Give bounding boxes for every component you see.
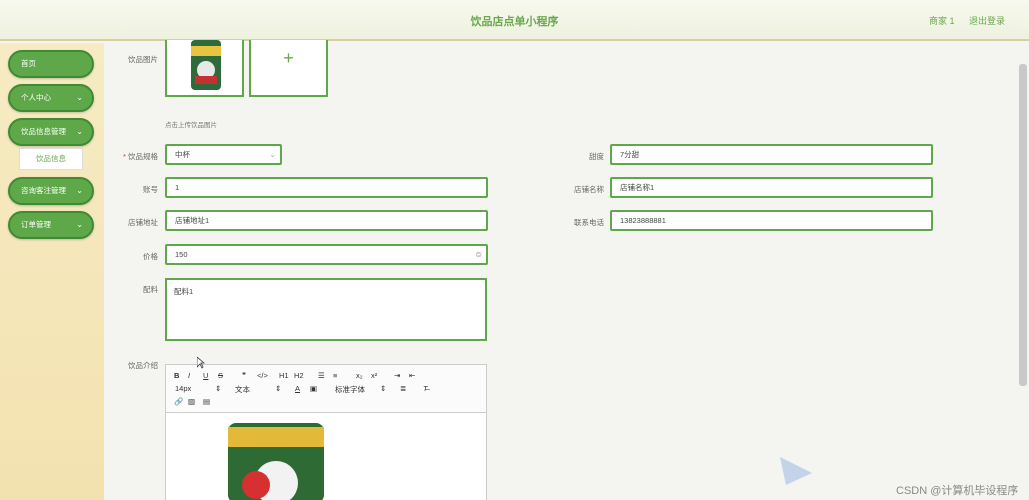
drink-intro-image: [228, 423, 324, 500]
stepper-icon[interactable]: ⊜: [475, 246, 482, 263]
chevron-down-icon: ⌄: [76, 93, 83, 102]
code-button[interactable]: </>: [257, 371, 268, 380]
clear-format-icon[interactable]: T̶: [423, 384, 428, 393]
chevron-down-icon: ⌄: [76, 220, 83, 229]
align-icon[interactable]: ≣: [400, 384, 406, 393]
image-label: 饮品图片: [128, 55, 158, 64]
sidebar-item-orders[interactable]: 订单管理 ⌄: [8, 211, 94, 239]
h2-button[interactable]: H2: [294, 371, 304, 380]
watermark-text: CSDN @计算机毕设程序: [896, 485, 1019, 497]
intro-label: 饮品介绍: [128, 361, 158, 370]
user-name[interactable]: 商家 1: [929, 16, 955, 26]
phone-field[interactable]: 13823888881: [610, 210, 933, 231]
sidebar-item-label: 咨询客注管理: [21, 186, 66, 195]
phone-label: 联系电话: [574, 218, 604, 227]
background-color-icon[interactable]: ▣: [310, 384, 317, 393]
editor-toolbar: B I U S ❞ </> H1 H2 ☰ ≡ x₂ x² ⇥ ⇤ 14px ⇕…: [166, 365, 486, 413]
bold-button[interactable]: B: [174, 371, 179, 380]
rich-text-editor[interactable]: B I U S ❞ </> H1 H2 ☰ ≡ x₂ x² ⇥ ⇤ 14px ⇕…: [165, 364, 487, 500]
superscript-button[interactable]: x²: [371, 371, 377, 380]
uploaded-image[interactable]: [165, 40, 244, 97]
chevron-updown-icon: ⇕: [380, 384, 387, 393]
underline-button[interactable]: U: [203, 371, 208, 380]
account-label: 账号: [143, 185, 158, 194]
outdent-icon[interactable]: ⇤: [409, 371, 415, 380]
font-size-select[interactable]: 14px: [175, 384, 191, 393]
h1-button[interactable]: H1: [279, 371, 289, 380]
sidebar-item-label: 个人中心: [21, 93, 51, 102]
sidebar-item-home[interactable]: 首页: [8, 50, 94, 78]
plus-icon: +: [283, 48, 294, 68]
watermark-logo-icon: [780, 457, 812, 485]
font-color-button[interactable]: A: [295, 384, 300, 393]
sidebar-item-label: 首页: [21, 59, 36, 68]
mouse-cursor-icon: [197, 357, 205, 369]
price-field[interactable]: 150 ⊜: [165, 244, 488, 265]
ingredients-label: 配料: [143, 285, 158, 294]
indent-icon[interactable]: ⇥: [394, 371, 400, 380]
bullet-list-icon[interactable]: ≡: [333, 371, 337, 380]
link-icon[interactable]: 🔗: [174, 397, 183, 406]
sidebar-item-personal[interactable]: 个人中心 ⌄: [8, 84, 94, 112]
user-area: 商家 1 退出登录: [917, 14, 1005, 27]
sidebar-item-label: 订单管理: [21, 220, 51, 229]
app-title: 饮品店点单小程序: [470, 16, 559, 28]
image-icon[interactable]: ▨: [188, 397, 195, 406]
sidebar-item-label: 饮品信息管理: [21, 127, 66, 136]
sweetness-label: 甜度: [589, 152, 604, 161]
shop-name-label: 店铺名称: [574, 185, 604, 194]
sweetness-field[interactable]: 7分甜: [610, 144, 933, 165]
text-type-select[interactable]: 文本: [235, 384, 250, 395]
logout-link[interactable]: 退出登录: [969, 16, 1005, 26]
ingredients-textarea[interactable]: 配料1: [165, 278, 487, 341]
chevron-updown-icon: ⇕: [275, 384, 282, 393]
shop-address-field[interactable]: 店铺地址1: [165, 210, 488, 231]
chevron-down-icon: ⌄: [269, 150, 276, 159]
sidebar-subitem-drink-info[interactable]: 饮品信息: [19, 148, 83, 170]
upload-button[interactable]: +: [249, 40, 328, 97]
spec-label: * 饮品规格: [122, 152, 158, 161]
quote-button[interactable]: ❞: [242, 371, 246, 380]
sidebar-item-drink-manage[interactable]: 饮品信息管理 ⌄: [8, 118, 94, 146]
shop-address-label: 店铺地址: [128, 218, 158, 227]
subscript-button[interactable]: x₂: [356, 371, 363, 380]
spec-select[interactable]: 中杯 ⌄: [165, 144, 282, 165]
chevron-updown-icon: ⇕: [215, 384, 222, 393]
strike-button[interactable]: S: [218, 371, 223, 380]
account-field[interactable]: 1: [165, 177, 488, 198]
chevron-down-icon: ⌄: [76, 127, 83, 136]
sidebar-item-consult[interactable]: 咨询客注管理 ⌄: [8, 177, 94, 205]
ordered-list-icon[interactable]: ☰: [318, 371, 325, 380]
scrollbar[interactable]: [1019, 64, 1027, 386]
shop-name-field[interactable]: 店铺名称1: [610, 177, 933, 198]
font-family-select[interactable]: 标准字体: [335, 384, 365, 395]
upload-hint: 点击上传饮品图片: [165, 122, 217, 129]
price-label: 价格: [143, 252, 158, 261]
chevron-down-icon: ⌄: [76, 186, 83, 195]
video-icon[interactable]: ▤: [203, 397, 210, 406]
italic-button[interactable]: I: [188, 371, 190, 380]
drink-can-image: [191, 40, 221, 90]
top-bar: 饮品店点单小程序 商家 1 退出登录: [0, 0, 1029, 41]
